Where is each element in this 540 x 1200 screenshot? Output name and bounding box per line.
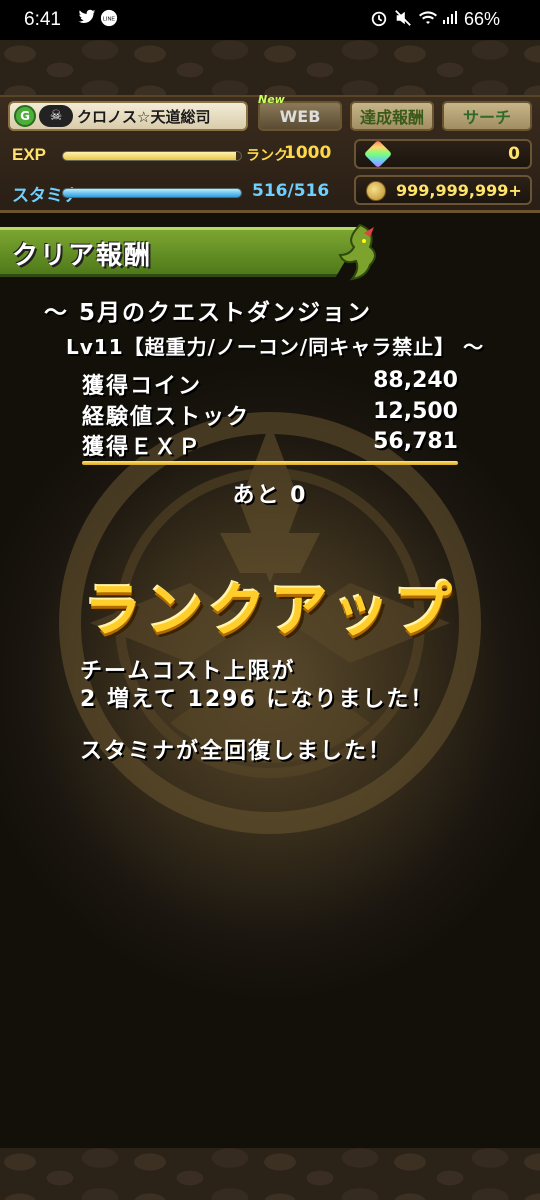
reward-coin-value: 88,240 — [373, 368, 458, 393]
alarm-icon — [370, 9, 388, 31]
twitter-icon — [78, 9, 96, 29]
svg-text:LINE: LINE — [103, 17, 115, 23]
reward-exp-label: 獲得ＥＸＰ — [82, 435, 203, 460]
search-button[interactable]: サーチ — [442, 101, 532, 131]
divider — [82, 461, 458, 465]
skull-icon: ☠ — [39, 105, 73, 127]
stamina-recovered-message: スタミナが全回復しました！ — [80, 739, 393, 764]
player-name-plate[interactable]: G ☠ クロノス☆天道総司 — [8, 101, 248, 131]
exp-bar — [62, 151, 242, 161]
coin-icon — [366, 181, 386, 201]
achievement-reward-label: 達成報酬 — [359, 108, 424, 127]
exp-stock-value: 12,500 — [373, 399, 458, 424]
stamina-value: 516/516 — [252, 181, 330, 201]
player-header: G ☠ クロノス☆天道総司 WEB New 達成報酬 サーチ EXP ランク 1… — [0, 93, 540, 213]
line-icon: LINE — [100, 9, 118, 31]
status-time: 6:41 — [24, 9, 61, 30]
new-badge: New — [258, 93, 285, 106]
exp-stock-label: 経験値ストック — [82, 405, 251, 430]
signal-icon — [442, 9, 458, 29]
reward-coin-label: 獲得コイン — [82, 374, 203, 399]
exp-stock-row: 経験値ストック 12,500 — [82, 399, 458, 430]
clear-reward-title: クリア報酬 — [12, 241, 153, 271]
reward-exp-row: 獲得ＥＸＰ 56,781 — [82, 429, 458, 460]
battery-level: 66% — [464, 9, 501, 29]
reward-exp-value: 56,781 — [373, 429, 458, 454]
exp-bar-fill — [63, 152, 236, 160]
coin-counter: 999,999,999+ — [354, 175, 532, 205]
team-cost-message-line2: 2 増えて 1296 になりました！ — [80, 687, 435, 712]
web-button-label: WEB — [279, 106, 321, 126]
rock-border-top — [0, 40, 540, 95]
clear-reward-panel[interactable]: クリア報酬 ～ 5月のクエストダンジョン Lv11【超重力/ノーコン/同キャラ禁… — [0, 213, 540, 1148]
reward-coin-row: 獲得コイン 88,240 — [82, 368, 458, 399]
rank-up-banner: ランクアップ — [83, 576, 456, 644]
wifi-icon — [418, 9, 438, 31]
rank-badge: G — [14, 105, 36, 127]
stamina-bar-fill — [63, 189, 241, 197]
magic-stone-icon — [363, 139, 393, 169]
achievement-reward-button[interactable]: 達成報酬 — [350, 101, 434, 131]
exp-label: EXP — [12, 145, 47, 164]
stamina-bar — [62, 188, 242, 198]
status-bar: 6:41 LINE 66% — [0, 0, 540, 40]
remaining-exp-text: あと 0 — [232, 483, 308, 508]
coin-value: 999,999,999+ — [396, 181, 522, 200]
magic-stone-value: 0 — [508, 144, 520, 164]
rank-label: ランク — [246, 148, 288, 164]
dungeon-name-line2: Lv11【超重力/ノーコン/同キャラ禁止】 ～ — [66, 335, 485, 359]
rock-border-bottom — [0, 1148, 540, 1200]
player-name: クロノス☆天道総司 — [77, 107, 211, 126]
dungeon-name-line1: ～ 5月のクエストダンジョン — [44, 300, 373, 326]
rank-value: 1000 — [284, 143, 332, 163]
mute-icon — [394, 9, 412, 31]
dragon-icon — [338, 223, 376, 281]
magic-stone-counter[interactable]: 0 — [354, 139, 532, 169]
search-button-label: サーチ — [462, 108, 511, 127]
